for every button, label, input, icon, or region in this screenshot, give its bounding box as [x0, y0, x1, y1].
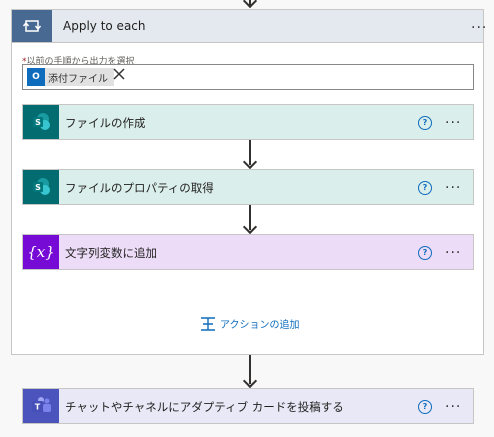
action-title: 文字列変数に追加 — [65, 246, 157, 260]
token-label: 添付ファイル — [48, 73, 108, 85]
action-card-create-file[interactable]: S ファイルの作成 ? ... — [22, 104, 474, 140]
action-title: チャットやチャネルにアダプティブ カードを投稿する — [65, 400, 344, 414]
svg-text:T: T — [35, 403, 41, 412]
add-action-label: アクションの追加 — [220, 320, 300, 331]
teams-icon: T — [23, 389, 59, 423]
action-card-get-file-properties[interactable]: S ファイルのプロパティの取得 ? ... — [22, 169, 474, 205]
svg-text:S: S — [35, 118, 41, 127]
action-card-post-adaptive-card[interactable]: T チャットやチャネルにアダプティブ カードを投稿する ? ... — [22, 388, 474, 424]
apply-to-each-title: Apply to each — [63, 19, 146, 33]
outlook-icon: O — [27, 68, 45, 86]
add-action-button[interactable]: アクションの追加 — [200, 316, 300, 331]
more-options-icon[interactable]: ... — [445, 111, 461, 127]
action-title: ファイルの作成 — [65, 116, 146, 130]
help-icon[interactable]: ? — [418, 181, 432, 195]
connector-arrow-top — [242, 0, 258, 9]
help-icon[interactable]: ? — [418, 246, 432, 260]
connector-arrow — [242, 355, 258, 389]
apply-to-each-header[interactable]: Apply to each ... — [12, 10, 486, 43]
action-title: ファイルのプロパティの取得 — [65, 181, 214, 195]
svg-text:S: S — [35, 183, 41, 192]
insert-action-icon — [201, 316, 215, 331]
connector-arrow — [242, 140, 258, 170]
help-icon[interactable]: ? — [418, 400, 432, 414]
more-options-icon[interactable]: ... — [445, 241, 461, 257]
attachment-token[interactable]: O 添付ファイル — [27, 68, 114, 86]
remove-token-icon[interactable] — [112, 67, 126, 81]
sharepoint-icon: S — [23, 170, 59, 204]
connector-arrow — [242, 205, 258, 235]
action-card-append-string-variable[interactable]: {x} 文字列変数に追加 ? ... — [22, 234, 474, 270]
more-options-icon[interactable]: ... — [471, 16, 487, 32]
variable-icon: {x} — [23, 235, 59, 269]
select-output-input[interactable]: O 添付ファイル — [22, 64, 474, 90]
loop-icon — [12, 10, 52, 42]
sharepoint-icon: S — [23, 105, 59, 139]
more-options-icon[interactable]: ... — [445, 176, 461, 192]
more-options-icon[interactable]: ... — [445, 395, 461, 411]
help-icon[interactable]: ? — [418, 116, 432, 130]
